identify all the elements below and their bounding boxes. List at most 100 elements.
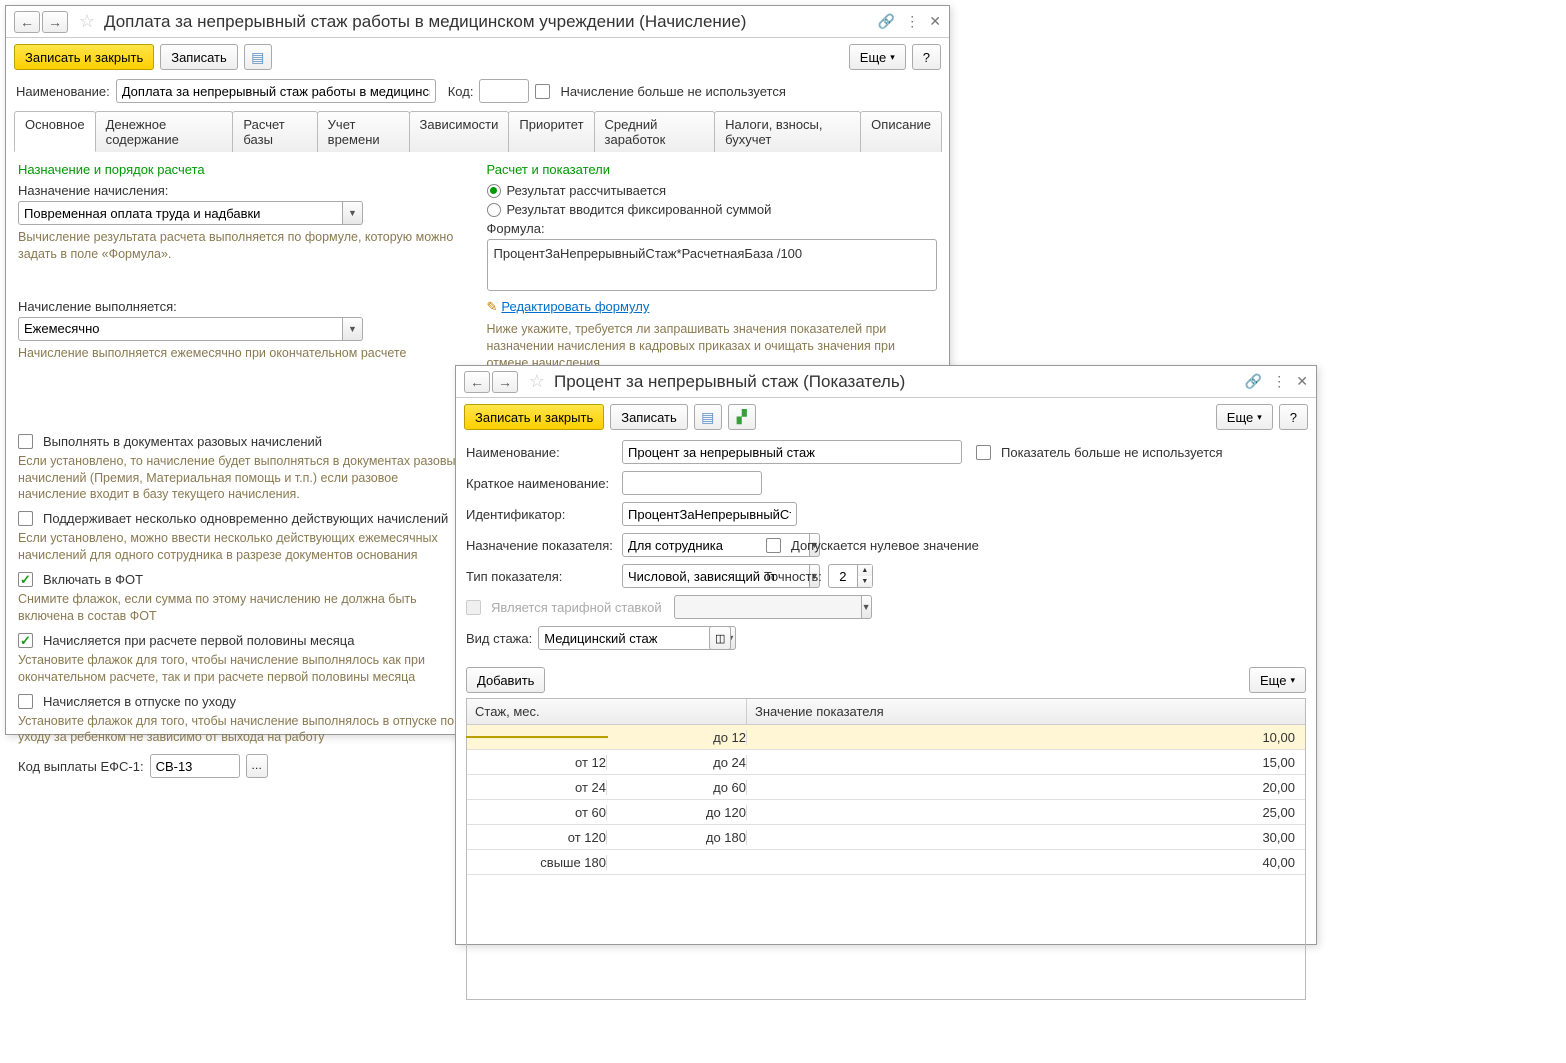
close-icon[interactable]: ✕ <box>929 13 941 30</box>
chart-icon-button[interactable]: ▞ <box>728 404 756 430</box>
onetime-checkbox[interactable] <box>18 434 33 449</box>
efs-lookup-button[interactable]: … <box>246 754 268 778</box>
stage-table: Стаж, мес. Значение показателя до 1210,0… <box>466 698 1306 1000</box>
chevron-up-icon[interactable]: ▲ <box>858 565 872 576</box>
chevron-down-icon[interactable]: ▼ <box>343 201 363 225</box>
table-row[interactable]: свыше 18040,00 <box>467 850 1305 875</box>
zero-checkbox[interactable] <box>766 538 781 553</box>
precision-input[interactable] <box>828 564 858 588</box>
exec-label: Начисление выполняется: <box>18 299 469 314</box>
save-button[interactable]: Записать <box>610 404 688 430</box>
not-used-label: Начисление больше не используется <box>560 84 785 99</box>
titlebar: ← → ☆ Доплата за непрерывный стаж работы… <box>6 6 949 38</box>
multiple-checkbox[interactable] <box>18 511 33 526</box>
tab-taxes[interactable]: Налоги, взносы, бухучет <box>714 111 861 152</box>
link-icon[interactable]: 🔗 <box>878 13 895 30</box>
not-used-checkbox[interactable] <box>535 84 550 99</box>
name-input[interactable] <box>116 79 436 103</box>
tab-deps[interactable]: Зависимости <box>409 111 510 152</box>
precision-label: Точность: <box>764 569 822 584</box>
cell-from: от 12 <box>467 755 607 770</box>
stage-open-button[interactable]: ◫ <box>709 626 731 650</box>
not-used-label: Показатель больше не используется <box>1001 445 1223 460</box>
exec-select[interactable] <box>18 317 343 341</box>
name-label: Наименование: <box>466 445 616 460</box>
calc-section-title: Расчет и показатели <box>487 162 938 177</box>
nav-back-button[interactable]: ← <box>14 11 40 33</box>
purpose-select[interactable] <box>622 533 810 557</box>
help-button[interactable]: ? <box>912 44 941 70</box>
table-row[interactable]: от 24до 6020,00 <box>467 775 1305 800</box>
more-button[interactable]: Еще <box>849 44 906 70</box>
chevron-down-icon[interactable]: ▼ <box>858 576 872 587</box>
chevron-down-icon[interactable]: ▼ <box>343 317 363 341</box>
purpose-field-label: Назначение начисления: <box>18 183 469 198</box>
name-input[interactable] <box>622 440 962 464</box>
radio-calculated[interactable] <box>487 184 501 198</box>
not-used-checkbox[interactable] <box>976 445 991 460</box>
id-input[interactable] <box>622 502 797 526</box>
purpose-select[interactable] <box>18 201 343 225</box>
edit-formula-link[interactable]: Редактировать формулу <box>501 299 649 314</box>
document-icon-button[interactable]: ▤ <box>694 404 722 430</box>
nav-forward-button[interactable]: → <box>492 371 518 393</box>
cell-to: до 60 <box>607 780 747 795</box>
zero-label: Допускается нулевое значение <box>791 538 979 553</box>
star-icon[interactable]: ☆ <box>526 371 548 393</box>
efs-input[interactable] <box>150 754 240 778</box>
close-icon[interactable]: ✕ <box>1296 373 1308 390</box>
cell-value: 10,00 <box>747 730 1305 745</box>
add-button[interactable]: Добавить <box>466 667 545 693</box>
nav-forward-button[interactable]: → <box>42 11 68 33</box>
kebab-icon[interactable]: ⋮ <box>1272 373 1286 390</box>
more-button[interactable]: Еще <box>1216 404 1273 430</box>
star-icon[interactable]: ☆ <box>76 11 98 33</box>
kebab-icon[interactable]: ⋮ <box>905 13 919 30</box>
link-icon[interactable]: 🔗 <box>1245 373 1262 390</box>
short-label: Краткое наименование: <box>466 476 616 491</box>
efs-label: Код выплаты ЕФС-1: <box>18 759 144 774</box>
half-checkbox[interactable] <box>18 633 33 648</box>
toolbar: Записать и закрыть Записать ▤ ▞ Еще ? <box>456 398 1316 436</box>
radio-calculated-label: Результат рассчитывается <box>507 183 667 198</box>
name-label: Наименование: <box>16 84 110 99</box>
col-stage: Стаж, мес. <box>467 699 747 724</box>
tab-main[interactable]: Основное <box>14 111 96 152</box>
tab-time[interactable]: Учет времени <box>317 111 410 152</box>
save-close-button[interactable]: Записать и закрыть <box>464 404 604 430</box>
tariff-select <box>674 595 862 619</box>
fot-checkbox[interactable] <box>18 572 33 587</box>
cell-from: от 120 <box>467 830 607 845</box>
table-row[interactable]: от 60до 12025,00 <box>467 800 1305 825</box>
code-input[interactable] <box>479 79 529 103</box>
stage-select[interactable] <box>538 626 726 650</box>
tab-money[interactable]: Денежное содержание <box>95 111 234 152</box>
short-input[interactable] <box>622 471 762 495</box>
table-row[interactable]: до 1210,00 <box>467 725 1305 750</box>
nav-back-button[interactable]: ← <box>464 371 490 393</box>
toolbar: Записать и закрыть Записать ▤ Еще ? <box>6 38 949 76</box>
cell-to: до 120 <box>607 805 747 820</box>
tab-priority[interactable]: Приоритет <box>508 111 594 152</box>
leave-checkbox[interactable] <box>18 694 33 709</box>
tab-description[interactable]: Описание <box>860 111 942 152</box>
stage-label: Вид стажа: <box>466 631 532 646</box>
col-value: Значение показателя <box>747 699 1305 724</box>
titlebar: ← → ☆ Процент за непрерывный стаж (Показ… <box>456 366 1316 398</box>
multiple-label: Поддерживает несколько одновременно дейс… <box>43 511 448 526</box>
chevron-down-icon: ▼ <box>862 595 872 619</box>
table-more-button[interactable]: Еще <box>1249 667 1306 693</box>
table-row[interactable]: от 120до 18030,00 <box>467 825 1305 850</box>
save-close-button[interactable]: Записать и закрыть <box>14 44 154 70</box>
tab-base[interactable]: Расчет базы <box>232 111 317 152</box>
radio-fixed[interactable] <box>487 203 501 217</box>
precision-stepper[interactable]: ▲▼ <box>858 564 873 588</box>
pencil-icon: ✎ <box>487 299 498 314</box>
half-label: Начисляется при расчете первой половины … <box>43 633 354 648</box>
save-button[interactable]: Записать <box>160 44 238 70</box>
table-row[interactable]: от 12до 2415,00 <box>467 750 1305 775</box>
help-button[interactable]: ? <box>1279 404 1308 430</box>
document-icon-button[interactable]: ▤ <box>244 44 272 70</box>
tariff-checkbox <box>466 600 481 615</box>
tab-average[interactable]: Средний заработок <box>594 111 716 152</box>
